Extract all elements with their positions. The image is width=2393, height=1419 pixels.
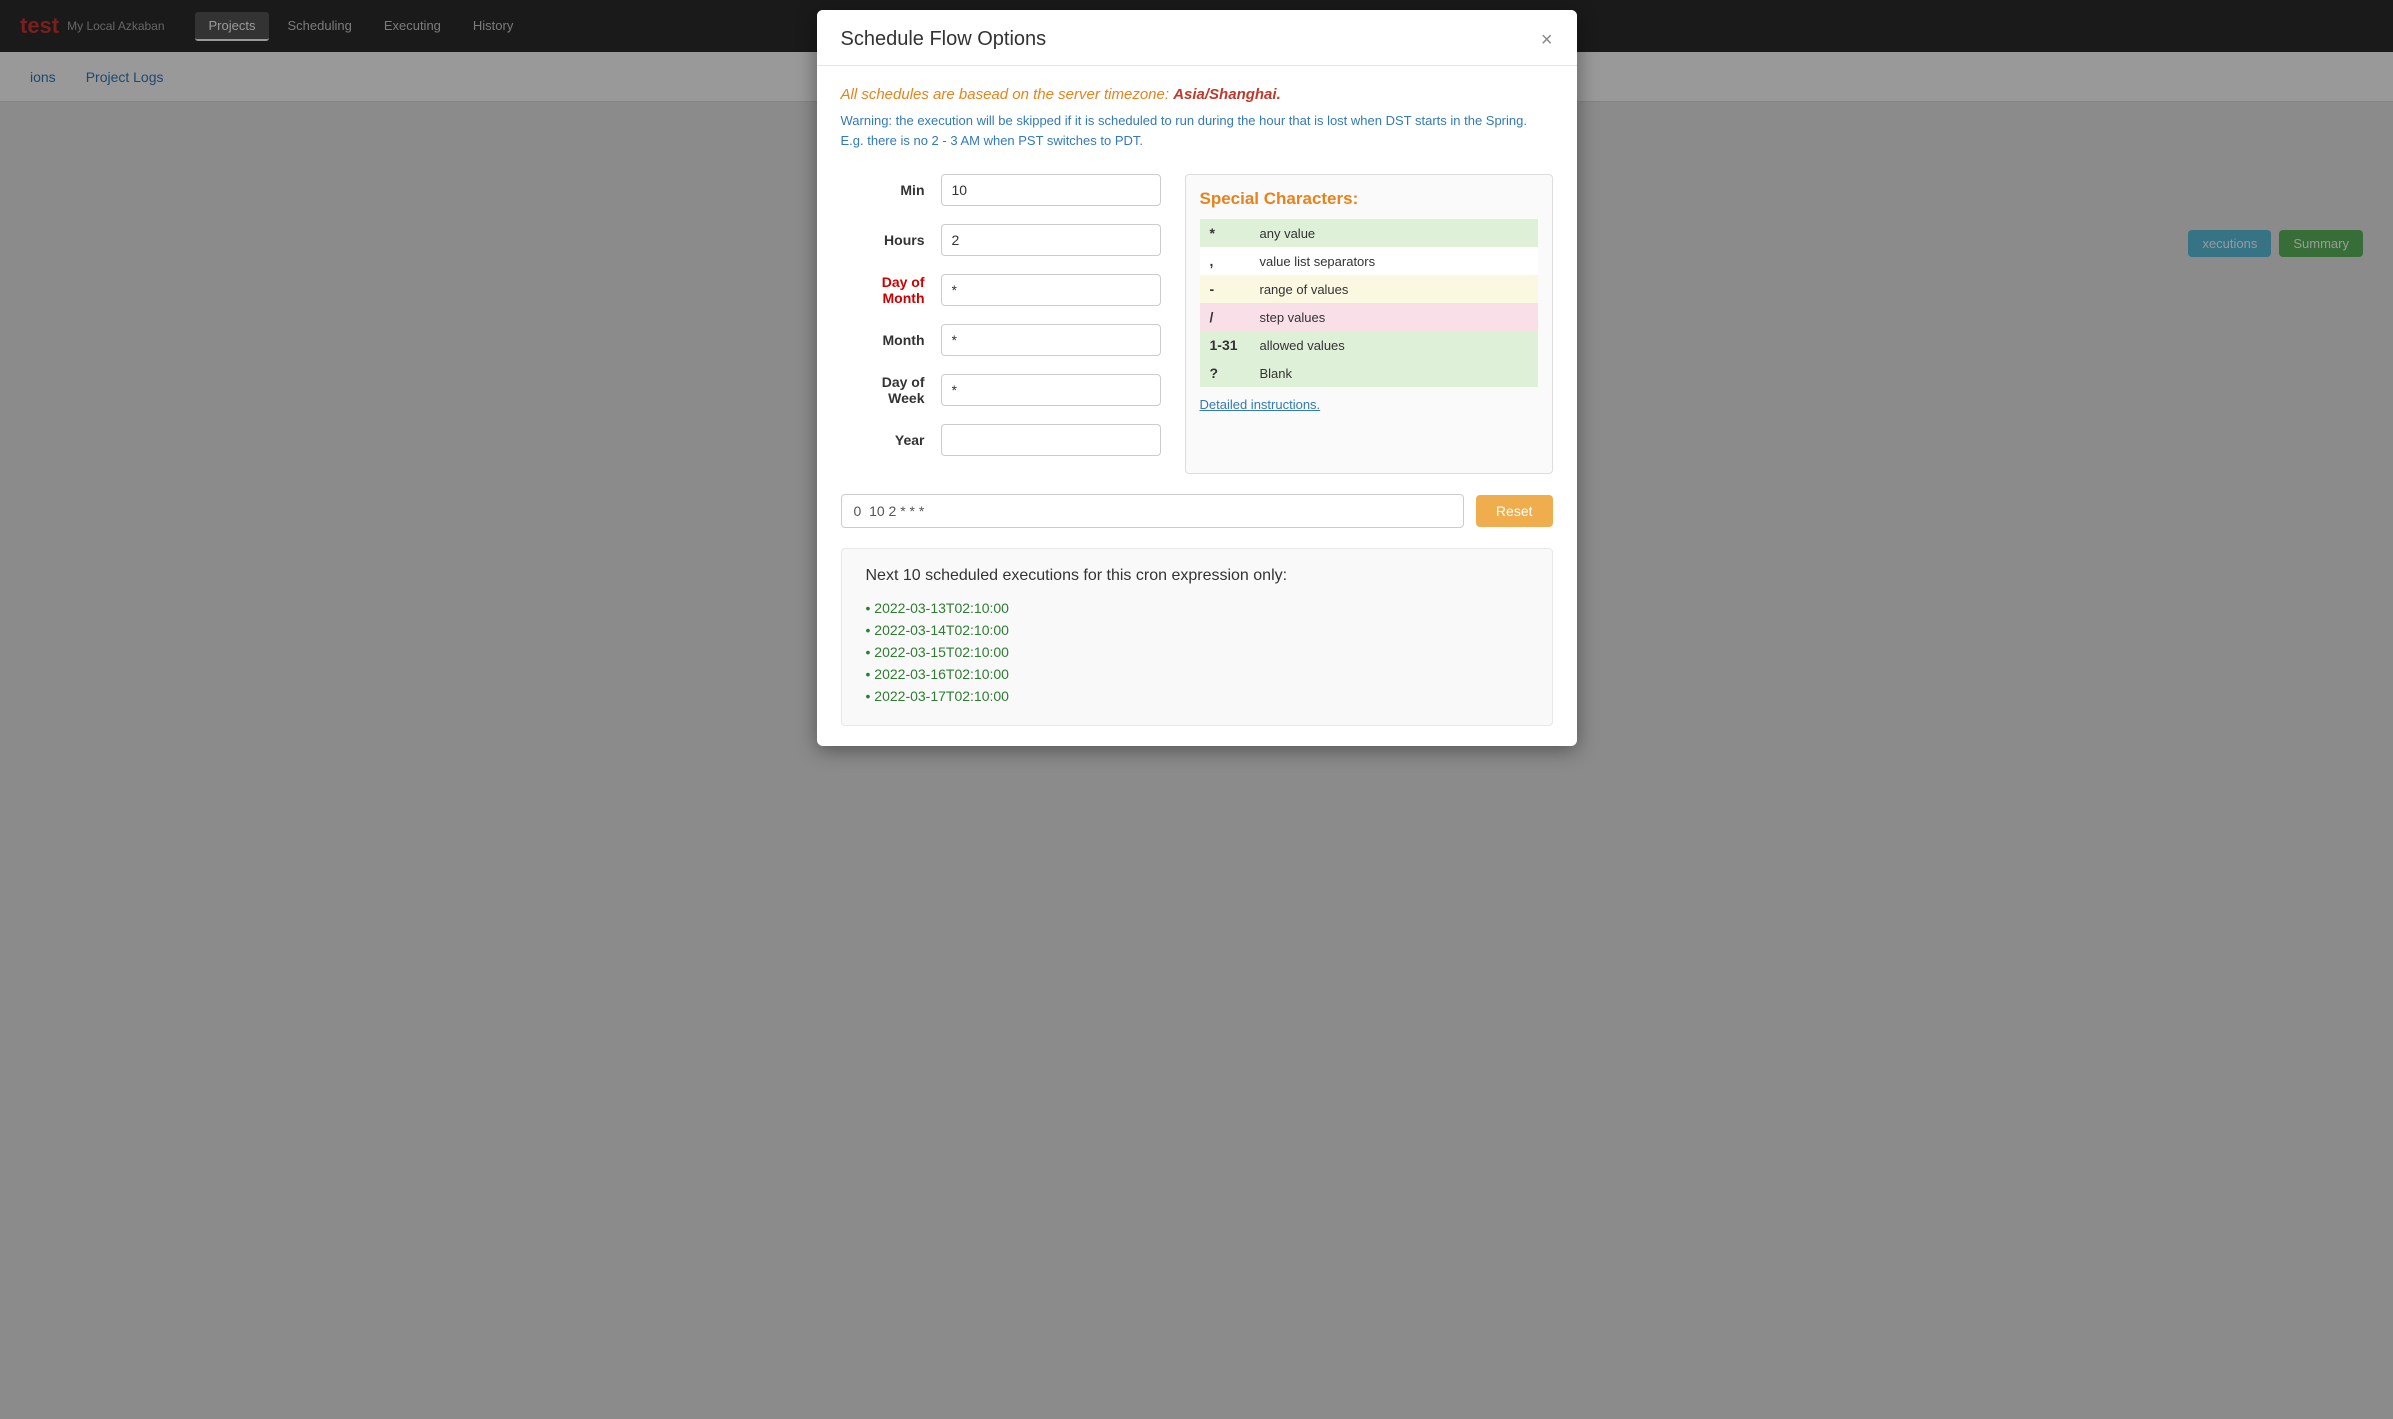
form-row-year: Year bbox=[841, 424, 1161, 456]
modal-overlay: Schedule Flow Options × All schedules ar… bbox=[0, 0, 2393, 1419]
char-row-comma: , value list separators bbox=[1200, 247, 1538, 275]
special-chars-title: Special Characters: bbox=[1200, 189, 1538, 209]
char-row-slash: / step values bbox=[1200, 303, 1538, 331]
cron-row: Reset bbox=[841, 494, 1553, 528]
form-row-month: Month bbox=[841, 324, 1161, 356]
special-chars-table: * any value , value list separators - ra… bbox=[1200, 219, 1538, 387]
char-desc-comma: value list separators bbox=[1250, 247, 1538, 275]
hours-label: Hours bbox=[841, 232, 941, 248]
day-of-week-label: Day ofWeek bbox=[841, 374, 941, 406]
char-symbol-comma: , bbox=[1200, 247, 1250, 275]
timezone-notice-text: All schedules are basead on the server t… bbox=[841, 86, 1170, 103]
detailed-instructions-link[interactable]: Detailed instructions. bbox=[1200, 397, 1321, 412]
char-row-question: ? Blank bbox=[1200, 359, 1538, 387]
day-of-week-input[interactable] bbox=[941, 374, 1161, 406]
char-desc-any: any value bbox=[1250, 219, 1538, 247]
next-executions-panel: Next 10 scheduled executions for this cr… bbox=[841, 548, 1553, 726]
form-row-day-of-week: Day ofWeek bbox=[841, 374, 1161, 406]
char-symbol-slash: / bbox=[1200, 303, 1250, 331]
modal-body: All schedules are basead on the server t… bbox=[817, 66, 1577, 746]
char-row-range: 1-31 allowed values bbox=[1200, 331, 1538, 359]
special-chars-panel: Special Characters: * any value , value … bbox=[1185, 174, 1553, 474]
modal-close-button[interactable]: × bbox=[1541, 30, 1553, 50]
execution-item-4: 2022-03-16T02:10:00 bbox=[866, 663, 1528, 685]
form-fields: Min Hours Day ofMonth Month bbox=[841, 174, 1161, 474]
execution-item-5: 2022-03-17T02:10:00 bbox=[866, 685, 1528, 707]
month-input[interactable] bbox=[941, 324, 1161, 356]
modal-title: Schedule Flow Options bbox=[841, 28, 1047, 51]
char-desc-question: Blank bbox=[1250, 359, 1538, 387]
min-label: Min bbox=[841, 182, 941, 198]
char-desc-dash: range of values bbox=[1250, 275, 1538, 303]
hours-input[interactable] bbox=[941, 224, 1161, 256]
execution-list: 2022-03-13T02:10:00 2022-03-14T02:10:00 … bbox=[866, 597, 1528, 707]
timezone-value: Asia/Shanghai. bbox=[1173, 86, 1281, 103]
dst-warning: Warning: the execution will be skipped i… bbox=[841, 111, 1553, 150]
form-row-hours: Hours bbox=[841, 224, 1161, 256]
char-symbol-dash: - bbox=[1200, 275, 1250, 303]
next-executions-title: Next 10 scheduled executions for this cr… bbox=[866, 567, 1528, 585]
min-input[interactable] bbox=[941, 174, 1161, 206]
char-symbol-range: 1-31 bbox=[1200, 331, 1250, 359]
execution-item-1: 2022-03-13T02:10:00 bbox=[866, 597, 1528, 619]
cron-expression-input[interactable] bbox=[841, 494, 1464, 528]
reset-button[interactable]: Reset bbox=[1476, 495, 1553, 527]
execution-item-3: 2022-03-15T02:10:00 bbox=[866, 641, 1528, 663]
timezone-notice: All schedules are basead on the server t… bbox=[841, 86, 1553, 103]
day-of-month-input[interactable] bbox=[941, 274, 1161, 306]
char-desc-slash: step values bbox=[1250, 303, 1538, 331]
form-row-min: Min bbox=[841, 174, 1161, 206]
day-of-month-label: Day ofMonth bbox=[841, 274, 941, 306]
form-row-day-of-month: Day ofMonth bbox=[841, 274, 1161, 306]
char-symbol-question: ? bbox=[1200, 359, 1250, 387]
char-row-dash: - range of values bbox=[1200, 275, 1538, 303]
execution-item-2: 2022-03-14T02:10:00 bbox=[866, 619, 1528, 641]
year-label: Year bbox=[841, 432, 941, 448]
modal-header: Schedule Flow Options × bbox=[817, 10, 1577, 66]
form-area: Min Hours Day ofMonth Month bbox=[841, 174, 1553, 474]
month-label: Month bbox=[841, 332, 941, 348]
char-symbol-any: * bbox=[1200, 219, 1250, 247]
char-row-any: * any value bbox=[1200, 219, 1538, 247]
modal-dialog: Schedule Flow Options × All schedules ar… bbox=[817, 10, 1577, 746]
char-desc-range: allowed values bbox=[1250, 331, 1538, 359]
year-input[interactable] bbox=[941, 424, 1161, 456]
